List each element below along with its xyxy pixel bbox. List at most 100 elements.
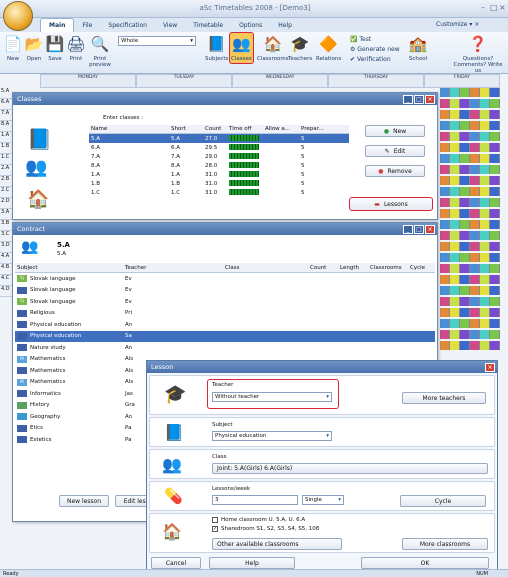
timetable-card[interactable]: [480, 286, 490, 295]
timetable-card[interactable]: [440, 198, 450, 207]
col-length[interactable]: Length: [340, 265, 370, 271]
timetable-card[interactable]: [460, 308, 470, 317]
timetable-card[interactable]: [460, 253, 470, 262]
classes-col-header[interactable]: Prepar...: [299, 126, 339, 132]
timetable-card[interactable]: [470, 330, 480, 339]
test-button[interactable]: ✅ Test: [350, 35, 400, 45]
timetable-card[interactable]: [480, 297, 490, 306]
timetable-card[interactable]: [450, 297, 460, 306]
row-label[interactable]: 1.A: [0, 132, 12, 143]
col-count[interactable]: Count: [310, 265, 340, 271]
new-lesson-button[interactable]: New lesson: [59, 495, 109, 507]
timetable-card[interactable]: [460, 88, 470, 97]
timetable-card[interactable]: [480, 341, 490, 350]
class-select-button[interactable]: Joint: 5.A(Girls) 6.A(Girls): [212, 463, 488, 474]
generate-button[interactable]: ⚙ Generate new: [350, 45, 400, 55]
timetable-card[interactable]: [450, 242, 460, 251]
timetable-card[interactable]: [470, 187, 480, 196]
maximize-icon[interactable]: □: [414, 94, 424, 104]
timetable-card[interactable]: [480, 88, 490, 97]
timetable-card[interactable]: [490, 286, 500, 295]
timetable-card[interactable]: [490, 330, 500, 339]
timetable-card[interactable]: [490, 165, 500, 174]
timetable-card[interactable]: [440, 297, 450, 306]
relations-button[interactable]: 🔶 Relations: [316, 34, 341, 63]
home-classroom-option[interactable]: Home classroom U. 5.A, U. 6.A: [212, 517, 305, 523]
timetable-card[interactable]: [440, 242, 450, 251]
timetable-card[interactable]: [490, 242, 500, 251]
timetable-card[interactable]: [470, 165, 480, 174]
timetable-card[interactable]: [440, 253, 450, 262]
row-label[interactable]: 6.A: [0, 99, 12, 110]
timetable-card[interactable]: [450, 286, 460, 295]
timetable-card[interactable]: [440, 209, 450, 218]
teachers-button[interactable]: 🎓 Teachers: [288, 34, 312, 63]
timetable-card[interactable]: [440, 143, 450, 152]
timetable-card[interactable]: [460, 220, 470, 229]
subjects-button[interactable]: 📘 Subjects: [205, 34, 228, 63]
timetable-card[interactable]: [440, 308, 450, 317]
timetable-card[interactable]: [450, 319, 460, 328]
timetable-card[interactable]: [490, 99, 500, 108]
row-label[interactable]: 1.B: [0, 143, 12, 154]
timetable-card[interactable]: [480, 319, 490, 328]
lesson-row[interactable]: Slovak language Ev: [15, 285, 435, 297]
timetable-card[interactable]: [490, 143, 500, 152]
col-teacher[interactable]: Teacher: [125, 265, 225, 271]
timetable-card[interactable]: [470, 154, 480, 163]
row-label[interactable]: 7.A: [0, 110, 12, 121]
classes-col-header[interactable]: Name: [89, 126, 169, 132]
timetable-card[interactable]: [480, 99, 490, 108]
timetable-card[interactable]: [480, 143, 490, 152]
timetable-card[interactable]: [470, 143, 480, 152]
maximize-icon[interactable]: □: [414, 224, 424, 234]
timetable-card[interactable]: [460, 231, 470, 240]
timetable-card[interactable]: [470, 209, 480, 218]
tab-timetable[interactable]: Timetable: [185, 18, 231, 32]
timetable-card[interactable]: [490, 341, 500, 350]
row-label[interactable]: 4.C: [0, 275, 12, 286]
timetable-card[interactable]: [460, 297, 470, 306]
timetable-card[interactable]: [470, 297, 480, 306]
classes-button[interactable]: 👥 Classes: [229, 32, 254, 64]
help-button[interactable]: Help: [209, 557, 295, 569]
timetable-card[interactable]: [480, 220, 490, 229]
customize-link[interactable]: Customize ▾ ×: [436, 21, 479, 28]
class-row[interactable]: 1.A 1.A 31.0 5: [89, 170, 349, 179]
timetable-card[interactable]: [450, 341, 460, 350]
timetable-card[interactable]: [450, 264, 460, 273]
timetable-card[interactable]: [460, 242, 470, 251]
edit-class-button[interactable]: ✎ Edit: [365, 145, 425, 157]
timetable-card[interactable]: [450, 154, 460, 163]
timetable-card[interactable]: [440, 88, 450, 97]
row-label[interactable]: 4.A: [0, 253, 12, 264]
more-classrooms-button[interactable]: More classrooms: [402, 538, 488, 550]
remove-class-button[interactable]: ● Remove: [365, 165, 425, 177]
timetable-card[interactable]: [460, 143, 470, 152]
timetable-card[interactable]: [450, 176, 460, 185]
timetable-card[interactable]: [490, 121, 500, 130]
col-classrooms[interactable]: Classrooms: [370, 265, 410, 271]
timetable-card[interactable]: [450, 220, 460, 229]
timetable-card[interactable]: [470, 132, 480, 141]
tab-file[interactable]: File: [74, 18, 100, 32]
timetable-card[interactable]: [450, 143, 460, 152]
timetable-card[interactable]: [480, 121, 490, 130]
row-label[interactable]: 2.D: [0, 198, 12, 209]
maximize-icon[interactable]: □: [490, 3, 498, 12]
col-cycle[interactable]: Cycle: [410, 265, 435, 271]
print-button[interactable]: 🖨 Print: [66, 34, 86, 63]
length-select[interactable]: Single ▾: [302, 495, 344, 505]
timetable-card[interactable]: [460, 110, 470, 119]
close-icon[interactable]: ×: [499, 3, 506, 12]
row-label[interactable]: 4.D: [0, 286, 12, 297]
print-preview-button[interactable]: 🔍 Print preview: [88, 34, 112, 69]
lesson-row[interactable]: Physical education An: [15, 319, 435, 331]
timetable-card[interactable]: [480, 231, 490, 240]
timetable-card[interactable]: [450, 99, 460, 108]
timetable-card[interactable]: [480, 209, 490, 218]
timetable-card[interactable]: [440, 176, 450, 185]
timetable-card[interactable]: [450, 253, 460, 262]
timetable-card[interactable]: [440, 286, 450, 295]
timetable-card[interactable]: [450, 121, 460, 130]
